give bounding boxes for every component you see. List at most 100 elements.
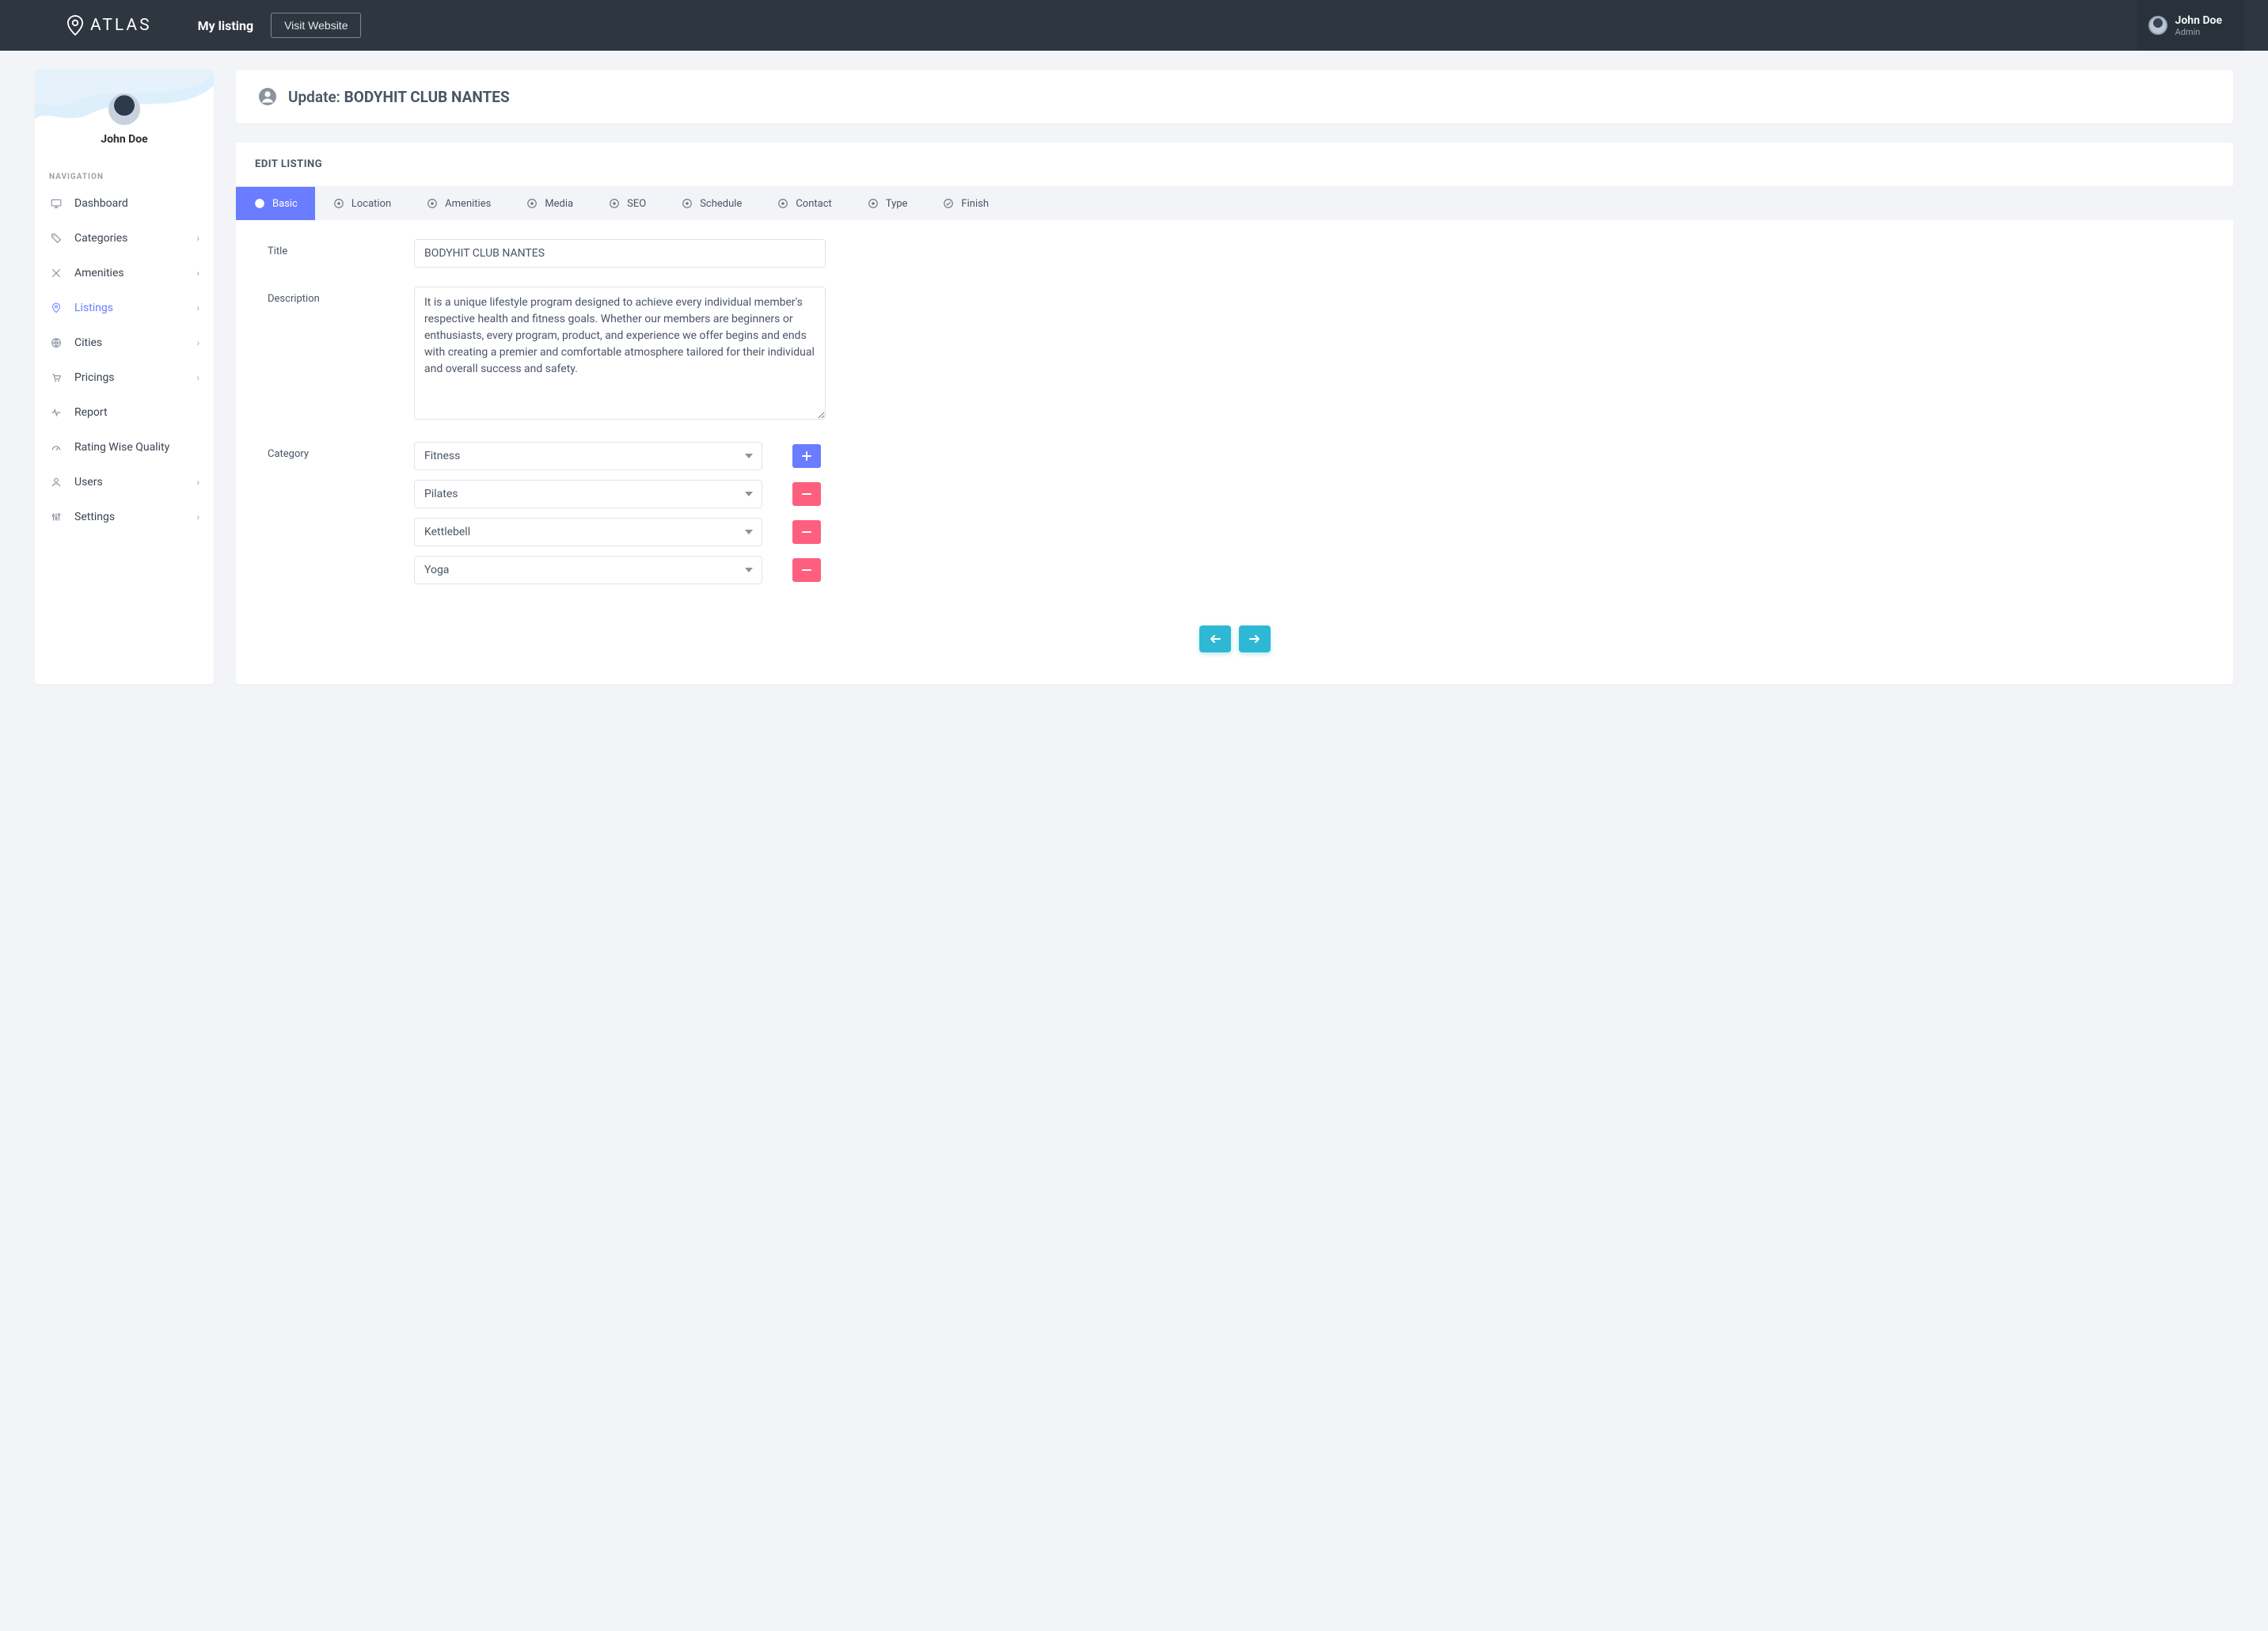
- tab-seo[interactable]: SEO: [591, 187, 663, 220]
- sidebar-item-categories[interactable]: Categories›: [35, 221, 214, 256]
- tab-finish[interactable]: Finish: [925, 187, 1006, 220]
- sidebar-item-label: Categories: [74, 232, 196, 245]
- edit-listing-card: EDIT LISTING Basic Location Amenities Media…: [236, 143, 2233, 684]
- tab-label: SEO: [627, 198, 646, 210]
- category-select[interactable]: Pilates: [414, 480, 762, 508]
- globe-icon: [49, 337, 63, 348]
- sidebar-item-label: Rating Wise Quality: [74, 441, 199, 454]
- sidebar-profile: John Doe: [35, 70, 214, 152]
- tab-location[interactable]: Location: [315, 187, 408, 220]
- sidebar-item-cities[interactable]: Cities›: [35, 325, 214, 360]
- circle-dot-icon: [681, 197, 693, 210]
- brand-name: ATLAS: [90, 16, 152, 35]
- user-icon: [49, 477, 63, 488]
- avatar: [108, 93, 140, 125]
- sidebar-item-users[interactable]: Users›: [35, 465, 214, 500]
- category-row: Fitness: [414, 442, 826, 470]
- chevron-right-icon: ›: [196, 372, 199, 383]
- tab-label: Amenities: [445, 198, 491, 210]
- chevron-right-icon: ›: [196, 337, 199, 348]
- previous-step-button[interactable]: [1199, 625, 1231, 652]
- arrow-right-icon: [1249, 634, 1260, 644]
- sidebar-nav: DashboardCategories›Amenities›Listings›C…: [35, 186, 214, 534]
- sliders-icon: [49, 511, 63, 523]
- sidebar-item-label: Amenities: [74, 267, 196, 279]
- category-label: Category: [268, 442, 382, 594]
- remove-category-button[interactable]: [792, 558, 821, 582]
- tab-contact[interactable]: Contact: [759, 187, 849, 220]
- sidebar-item-label: Listings: [74, 302, 196, 314]
- sidebar-item-pricings[interactable]: Pricings›: [35, 360, 214, 395]
- avatar: [2148, 16, 2167, 35]
- tab-label: Contact: [796, 198, 831, 210]
- user-name: John Doe: [2175, 14, 2222, 27]
- form-heading: EDIT LISTING: [236, 143, 2233, 187]
- circle-dot-icon: [426, 197, 439, 210]
- tab-label: Finish: [961, 198, 989, 210]
- sidebar-item-label: Users: [74, 476, 196, 489]
- topbar: ATLAS My listing Visit Website John Doe …: [0, 0, 2268, 51]
- user-circle-icon: [253, 197, 266, 210]
- sidebar-item-report[interactable]: Report: [35, 395, 214, 430]
- sidebar-item-settings[interactable]: Settings›: [35, 500, 214, 534]
- category-select[interactable]: Kettlebell: [414, 518, 762, 546]
- next-step-button[interactable]: [1239, 625, 1271, 652]
- pin-logo-icon: [66, 15, 84, 36]
- brand-logo[interactable]: ATLAS: [66, 15, 152, 36]
- my-listing-link[interactable]: My listing: [198, 18, 253, 33]
- description-label: Description: [268, 287, 382, 423]
- category-row: Pilates: [414, 480, 826, 508]
- chevron-right-icon: ›: [196, 511, 199, 523]
- chevron-right-icon: ›: [196, 302, 199, 314]
- sidebar-item-listings[interactable]: Listings›: [35, 291, 214, 325]
- nav-section-label: NAVIGATION: [35, 152, 214, 186]
- sidebar-item-rating-wise-quality[interactable]: Rating Wise Quality: [35, 430, 214, 465]
- tab-schedule[interactable]: Schedule: [663, 187, 759, 220]
- tab-basic[interactable]: Basic: [236, 187, 315, 220]
- tag-icon: [49, 233, 63, 244]
- user-menu[interactable]: John Doe Admin: [2137, 0, 2244, 51]
- chevron-right-icon: ›: [196, 268, 199, 279]
- circle-dot-icon: [608, 197, 621, 210]
- visit-website-button[interactable]: Visit Website: [271, 13, 361, 38]
- circle-dot-icon: [777, 197, 789, 210]
- circle-dot-icon: [867, 197, 879, 210]
- category-row: Kettlebell: [414, 518, 826, 546]
- arrow-left-icon: [1210, 634, 1221, 644]
- minus-icon: [802, 527, 811, 537]
- title-label: Title: [268, 239, 382, 268]
- profile-name: John Doe: [43, 133, 206, 146]
- form-tabs: Basic Location Amenities Media SEO Schedule Co…: [236, 187, 2233, 220]
- sidebar-item-label: Cities: [74, 336, 196, 349]
- remove-category-button[interactable]: [792, 520, 821, 544]
- page-title: BODYHIT CLUB NANTES: [344, 88, 510, 106]
- tab-amenities[interactable]: Amenities: [408, 187, 508, 220]
- category-list: Fitness Pilates Kettlebell Yoga: [414, 442, 826, 594]
- remove-category-button[interactable]: [792, 482, 821, 506]
- tab-label: Schedule: [700, 198, 742, 210]
- chevron-right-icon: ›: [196, 233, 199, 244]
- minus-icon: [802, 565, 811, 575]
- add-category-button[interactable]: [792, 444, 821, 468]
- category-select[interactable]: Yoga: [414, 556, 762, 584]
- category-select[interactable]: Fitness: [414, 442, 762, 470]
- title-input[interactable]: [414, 239, 826, 268]
- sidebar-item-amenities[interactable]: Amenities›: [35, 256, 214, 291]
- sidebar-item-label: Dashboard: [74, 197, 199, 210]
- description-textarea[interactable]: It is a unique lifestyle program designe…: [414, 287, 826, 420]
- page-header-prefix: Update:: [288, 88, 340, 106]
- page-header: Update: BODYHIT CLUB NANTES: [236, 70, 2233, 124]
- plus-icon: [802, 451, 811, 461]
- gauge-icon: [49, 442, 63, 453]
- user-role: Admin: [2175, 27, 2222, 37]
- circle-dot-icon: [526, 197, 538, 210]
- tab-media[interactable]: Media: [508, 187, 591, 220]
- user-circle-icon: [258, 87, 277, 106]
- tab-label: Media: [545, 198, 573, 210]
- sidebar-item-label: Settings: [74, 511, 196, 523]
- sidebar: John Doe NAVIGATION DashboardCategories›…: [35, 70, 214, 684]
- tab-type[interactable]: Type: [849, 187, 925, 220]
- tab-label: Basic: [272, 198, 298, 210]
- sidebar-item-label: Pricings: [74, 371, 196, 384]
- sidebar-item-dashboard[interactable]: Dashboard: [35, 186, 214, 221]
